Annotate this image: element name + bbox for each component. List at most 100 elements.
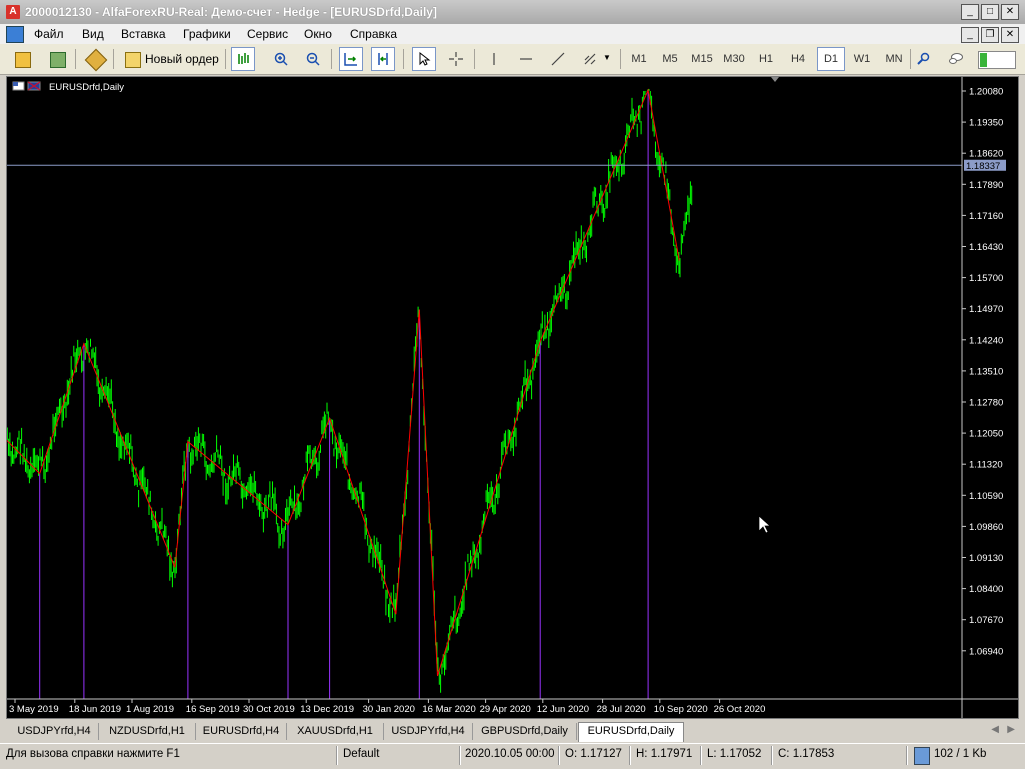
zoom-out-icon: [306, 52, 320, 66]
chart-window-icon[interactable]: [6, 26, 24, 43]
new-chart-button[interactable]: [10, 47, 34, 71]
timeframe-w1[interactable]: W1: [848, 47, 876, 71]
new-order-label: Новый ордер: [145, 52, 219, 66]
chart-shift-button[interactable]: [371, 47, 395, 71]
date-axis-label: 29 Apr 2020: [480, 704, 531, 715]
status-profile: Default: [343, 748, 380, 760]
date-axis-label: 16 Mar 2020: [422, 704, 475, 715]
price-axis-label: 1.16430: [969, 242, 1003, 253]
connection-indicator: [978, 51, 1016, 69]
minimize-button[interactable]: _: [961, 4, 979, 20]
date-axis-label: 13 Dec 2019: [300, 704, 354, 715]
chat-button[interactable]: [944, 47, 968, 71]
price-axis-label: 1.11320: [969, 460, 1003, 471]
price-axis-label: 1.12780: [969, 398, 1003, 409]
menu-bar: Файл Вид Вставка Графики Сервис Окно Спр…: [0, 24, 1025, 44]
zoom-out-button[interactable]: [301, 47, 325, 71]
mdi-restore-button[interactable]: ❐: [981, 27, 999, 43]
cursor-button[interactable]: [412, 47, 436, 71]
date-axis-label: 30 Oct 2019: [243, 704, 295, 715]
tab-eurusd-daily[interactable]: EURUSDrfd,Daily: [578, 722, 684, 742]
tab-xauusd-h1[interactable]: XAUUSDrfd,H1: [287, 723, 384, 740]
mdi-close-button[interactable]: ✕: [1001, 27, 1019, 43]
search-button[interactable]: [912, 47, 936, 71]
date-axis-label: 10 Sep 2020: [654, 704, 708, 715]
status-bar: Для вызова справки нажмите F1 Default 20…: [0, 743, 1025, 768]
new-order-button[interactable]: Новый ордер: [120, 47, 220, 71]
close-button[interactable]: ✕: [1001, 4, 1019, 20]
timeframe-m5[interactable]: M5: [656, 47, 684, 71]
status-close: C: 1.17853: [778, 748, 835, 760]
price-axis-label: 1.09860: [969, 522, 1003, 533]
chart-shift-marker-icon[interactable]: [771, 77, 779, 82]
tab-eurusd-h4[interactable]: EURUSDrfd,H4: [196, 723, 287, 740]
price-axis-label: 1.17160: [969, 211, 1003, 222]
zoom-in-button[interactable]: [269, 47, 293, 71]
tab-nzdusd-h1[interactable]: NZDUSDrfd,H1: [99, 723, 196, 740]
price-axis-label: 1.06940: [969, 646, 1003, 657]
chart-tabs: USDJPYrfd,H4 NZDUSDrfd,H1 EURUSDrfd,H4 X…: [6, 722, 1019, 742]
timeframe-h1[interactable]: H1: [752, 47, 780, 71]
autoscroll-icon: [344, 53, 357, 66]
dropdown-arrow-icon: ▼: [603, 53, 611, 62]
new-chart-icon: [15, 52, 31, 68]
crosshair-icon: [449, 52, 463, 66]
tab-gbpusd-daily[interactable]: GBPUSDrfd,Daily: [473, 723, 577, 740]
status-traffic: 102 / 1 Kb: [934, 748, 987, 760]
profiles-icon: [50, 52, 66, 68]
menu-insert[interactable]: Вставка: [121, 27, 166, 41]
menu-tools[interactable]: Сервис: [247, 27, 288, 41]
tab-usdjpy-h4[interactable]: USDJPYrfd,H4: [10, 723, 99, 740]
toolbar: Новый ордер ▼ M1 M5 M15 M30 H1 H4 D1 W1: [0, 44, 1025, 75]
app-logo-icon: A: [6, 5, 20, 19]
current-price-label: 1.18337: [966, 161, 1000, 172]
title-bar: A 2000012130 - AlfaForexRU-Real: Демо-сч…: [0, 0, 1025, 24]
status-open: O: 1.17127: [565, 748, 622, 760]
maximize-button[interactable]: □: [981, 4, 999, 20]
expert-button[interactable]: [83, 47, 108, 72]
chart-shift-icon: [378, 53, 388, 65]
timeframe-m1[interactable]: M1: [625, 47, 653, 71]
cursor-arrow-icon: [419, 52, 431, 66]
mouse-pointer-icon: [758, 515, 771, 534]
date-axis-label: 30 Jan 2020: [363, 704, 415, 715]
price-axis-label: 1.09130: [969, 553, 1003, 564]
objects-dropdown-button[interactable]: ▼: [578, 47, 614, 71]
status-datetime: 2020.10.05 00:00: [465, 748, 555, 760]
price-axis-label: 1.10590: [969, 491, 1003, 502]
timeframe-m15[interactable]: M15: [688, 47, 716, 71]
vertical-line-button[interactable]: [482, 47, 506, 71]
mdi-minimize-button[interactable]: _: [961, 27, 979, 43]
menu-charts[interactable]: Графики: [183, 27, 231, 41]
horizontal-line-button[interactable]: [514, 47, 538, 71]
price-axis-label: 1.14970: [969, 304, 1003, 315]
timeframe-mn[interactable]: MN: [880, 47, 908, 71]
date-axis-label: 26 Oct 2020: [714, 704, 766, 715]
menu-window[interactable]: Окно: [304, 27, 332, 41]
date-axis-label: 3 May 2019: [9, 704, 59, 715]
profiles-button[interactable]: [45, 47, 69, 71]
menu-help[interactable]: Справка: [350, 27, 397, 41]
price-chart[interactable]: 1.20080 1.19350 1.18620 1.17890 1.17160 1.164…: [7, 77, 1018, 718]
new-order-icon: [125, 52, 141, 68]
zigzag-indicator-line: [7, 88, 680, 677]
status-high: H: 1.17971: [636, 748, 693, 760]
tab-usdjpy-h4-2[interactable]: USDJPYrfd,H4: [384, 723, 473, 740]
bar-chart-button[interactable]: [231, 47, 255, 71]
crosshair-button[interactable]: [444, 47, 468, 71]
date-axis-label: 16 Sep 2019: [186, 704, 240, 715]
horizontal-line-icon: [520, 58, 532, 60]
autoscroll-button[interactable]: [339, 47, 363, 71]
status-help: Для вызова справки нажмите F1: [6, 748, 180, 760]
chart-window[interactable]: 1.20080 1.19350 1.18620 1.17890 1.17160 1.164…: [6, 76, 1019, 719]
timeframe-d1[interactable]: D1: [817, 47, 845, 71]
price-axis-label: 1.07670: [969, 615, 1003, 626]
status-low: L: 1.17052: [707, 748, 762, 760]
price-axis-label: 1.08400: [969, 584, 1003, 595]
timeframe-h4[interactable]: H4: [784, 47, 812, 71]
menu-view[interactable]: Вид: [82, 27, 104, 41]
trendline-button[interactable]: [546, 47, 570, 71]
tab-scroll-arrows-icon[interactable]: ◀ ▶: [991, 724, 1015, 735]
menu-file[interactable]: Файл: [34, 27, 64, 41]
timeframe-m30[interactable]: M30: [720, 47, 748, 71]
